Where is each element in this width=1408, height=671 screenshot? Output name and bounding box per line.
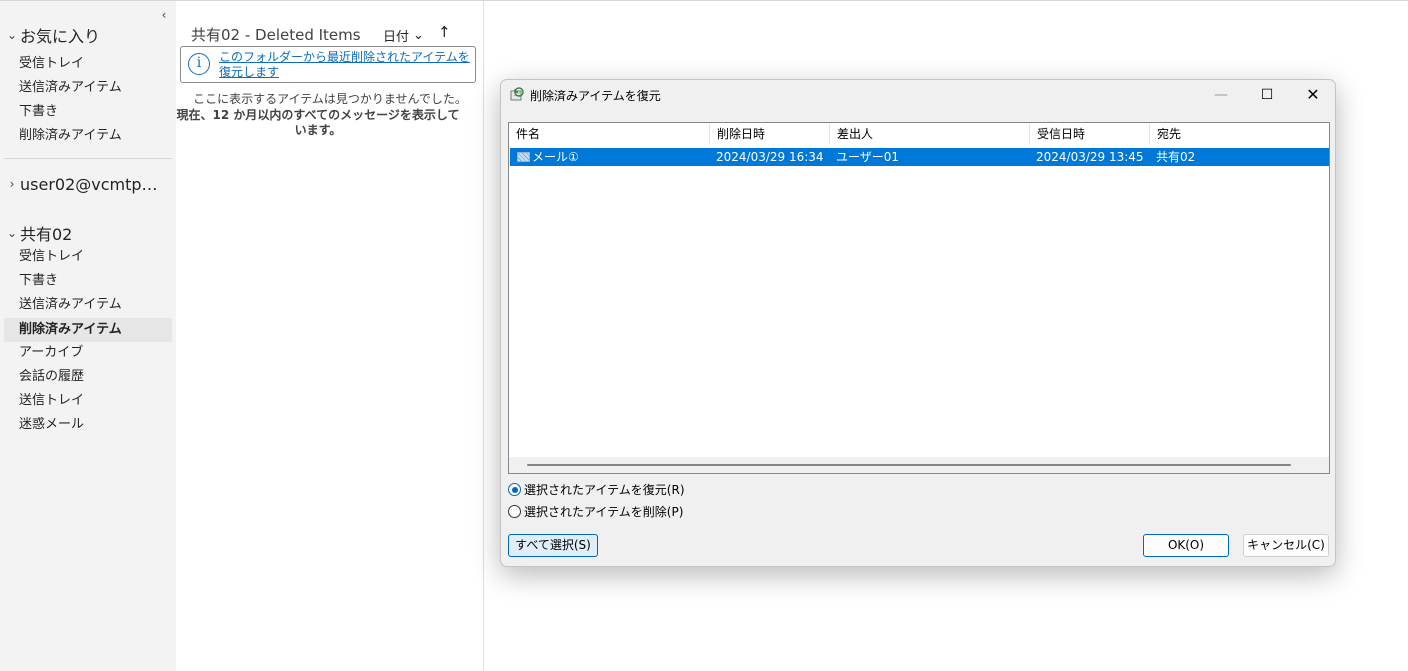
account-label: user02@vcmtp… (20, 174, 158, 194)
fav-item-deleted[interactable]: 削除済みアイテム (4, 124, 172, 148)
recover-items-icon (510, 87, 524, 101)
deleted-items-list[interactable]: 件名 削除日時 差出人 受信日時 宛先 メール① 2024/03/29 16:3… (508, 122, 1330, 474)
favorites-label: お気に入り (20, 27, 101, 46)
column-subject[interactable]: 件名 (509, 123, 710, 145)
list-header: 件名 削除日時 差出人 受信日時 宛先 (509, 123, 1329, 145)
restore-selected-label: 選択されたアイテムを復元(R) (524, 483, 685, 497)
shared-mailbox-label: 共有02 (20, 225, 73, 244)
column-to[interactable]: 宛先 (1150, 123, 1329, 145)
dialog-titlebar[interactable]: 削除済みアイテムを復元 — ☐ ✕ (501, 80, 1335, 110)
cell-from: ユーザー01 (836, 150, 900, 164)
shared-item-sent[interactable]: 送信済みアイテム (4, 293, 172, 317)
shared-item-conversation-history[interactable]: 会話の履歴 (4, 365, 172, 389)
fav-item-inbox[interactable]: 受信トレイ (4, 52, 172, 76)
recover-deleted-items-link[interactable]: このフォルダーから最近削除されたアイテムを復元します (219, 50, 471, 80)
folder-title: 共有02 - Deleted Items (191, 26, 361, 44)
shared-mailbox-header[interactable]: ⌄ 共有02 (5, 222, 72, 244)
table-row[interactable]: メール① 2024/03/29 16:34 ユーザー01 2024/03/29 … (510, 148, 1329, 166)
scrollbar-thumb[interactable] (527, 464, 1291, 466)
close-icon[interactable]: ✕ (1290, 80, 1335, 110)
empty-detail: 現在、12 か月以内のすべてのメッセージを表示しています。 (176, 108, 460, 137)
favorites-header[interactable]: ⌄ お気に入り (5, 24, 100, 46)
cell-subject: メール① (532, 150, 579, 164)
sort-by-button[interactable]: 日付 ⌄ (383, 26, 424, 45)
empty-message: ここに表示するアイテムは見つかりませんでした。 (193, 92, 467, 106)
folder-pane: ‹ ⌄ お気に入り 受信トレイ 送信済みアイテム 下書き 削除済みアイテム › … (0, 1, 176, 671)
shared-item-drafts[interactable]: 下書き (4, 269, 172, 293)
radio-checked-icon (508, 483, 521, 496)
recover-deleted-items-dialog: 削除済みアイテムを復元 — ☐ ✕ 件名 削除日時 差出人 受信日時 宛先 メー… (500, 79, 1336, 567)
chevron-right-icon: › (9, 177, 15, 191)
minimize-icon: — (1214, 87, 1228, 103)
shared-item-archive[interactable]: アーカイブ (4, 341, 172, 365)
purge-selected-radio[interactable]: 選択されたアイテムを削除(P) (508, 503, 683, 520)
column-deleted-date[interactable]: 削除日時 (710, 123, 830, 145)
fav-item-sent[interactable]: 送信済みアイテム (4, 76, 172, 100)
shared-item-inbox[interactable]: 受信トレイ (4, 245, 172, 269)
sort-label: 日付 (383, 30, 410, 45)
select-all-button[interactable]: すべて選択(S) (508, 534, 598, 557)
message-list-pane: 共有02 - Deleted Items 日付 ⌄ ↑ i このフォルダーから最… (176, 1, 484, 671)
column-received-date[interactable]: 受信日時 (1030, 123, 1150, 145)
cell-to: 共有02 (1156, 150, 1196, 164)
cell-deleted-date: 2024/03/29 16:34 (716, 150, 824, 164)
maximize-icon[interactable]: ☐ (1244, 80, 1290, 110)
fav-item-drafts[interactable]: 下書き (4, 100, 172, 124)
mail-icon (517, 152, 530, 162)
shared-item-junk[interactable]: 迷惑メール (4, 413, 172, 437)
radio-unchecked-icon (508, 505, 521, 518)
sort-direction-icon[interactable]: ↑ (438, 23, 451, 41)
recover-info-bar: i このフォルダーから最近削除されたアイテムを復元します (180, 46, 476, 83)
chevron-down-icon: ⌄ (413, 28, 424, 43)
dialog-title: 削除済みアイテムを復元 (530, 89, 661, 103)
cancel-button[interactable]: キャンセル(C) (1243, 534, 1329, 557)
account-header[interactable]: › user02@vcmtp… (5, 173, 158, 195)
ok-button[interactable]: OK(O) (1143, 534, 1229, 557)
chevron-down-icon: ⌄ (6, 28, 18, 42)
shared-item-outbox[interactable]: 送信トレイ (4, 389, 172, 413)
horizontal-scrollbar[interactable] (509, 457, 1329, 473)
cell-received-date: 2024/03/29 13:45 (1036, 150, 1144, 164)
info-icon: i (188, 53, 210, 75)
nav-divider (4, 158, 172, 159)
collapse-pane-icon[interactable]: ‹ (157, 7, 171, 23)
chevron-down-icon: ⌄ (6, 226, 18, 240)
column-from[interactable]: 差出人 (830, 123, 1030, 145)
restore-selected-radio[interactable]: 選択されたアイテムを復元(R) (508, 481, 685, 498)
shared-item-deleted[interactable]: 削除済みアイテム (4, 318, 172, 342)
purge-selected-label: 選択されたアイテムを削除(P) (524, 505, 684, 519)
